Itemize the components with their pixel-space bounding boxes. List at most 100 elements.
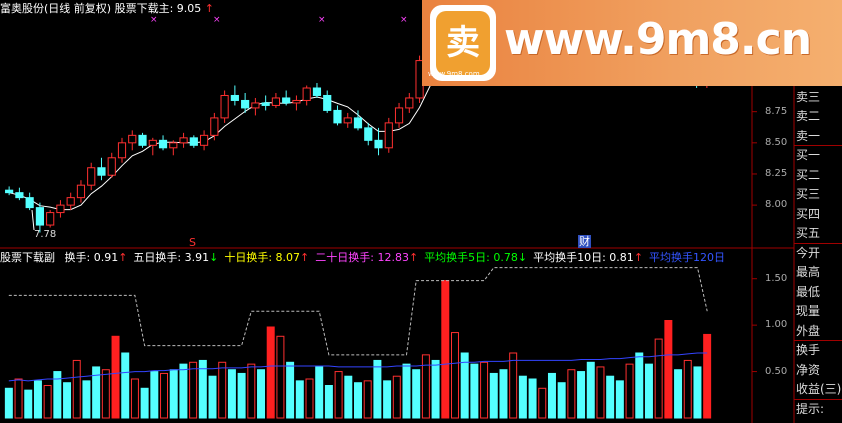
side-panel-label[interactable]: 净资	[796, 361, 820, 378]
candle-body	[261, 102, 270, 106]
candle-body	[76, 184, 86, 199]
candle-body	[87, 167, 96, 186]
turnover-bar	[247, 363, 256, 419]
candle-body	[282, 97, 291, 104]
turnover-bar	[431, 359, 440, 419]
side-panel-label[interactable]: 买二	[796, 166, 820, 183]
turnover-bar	[363, 380, 372, 419]
logo-glyph: 卖	[436, 11, 490, 75]
turnover-bar	[121, 352, 130, 419]
side-panel-label[interactable]: 卖二	[796, 107, 820, 124]
up-arrow-icon: ↑	[300, 251, 310, 264]
turnover-bar	[295, 380, 304, 419]
price-tick-label: 8.00	[765, 199, 788, 211]
down-arrow-icon: ↓	[517, 251, 528, 264]
side-panel-label[interactable]: 最高	[796, 263, 820, 280]
candle-body	[46, 212, 55, 226]
turnover-bar	[208, 375, 217, 419]
turnover-bar	[315, 366, 324, 419]
turnover-bar	[354, 382, 362, 419]
turnover-bar	[518, 375, 527, 419]
candle-body	[333, 109, 342, 124]
watermark-banner: 卖 www.9m8.cn www.9m8.com	[422, 0, 842, 86]
candle-body	[35, 207, 45, 226]
candle-body	[312, 87, 322, 96]
side-panel-label[interactable]: 买三	[796, 185, 820, 202]
s-marker[interactable]: S	[189, 236, 196, 249]
sub-indicator-item: 平均换手10日: 0.81	[533, 251, 634, 264]
side-panel-label[interactable]: 最低	[796, 283, 820, 300]
candle-body	[230, 94, 239, 101]
turnover-bar	[373, 359, 382, 419]
turnover-bar	[160, 372, 169, 419]
turnover-bar	[557, 382, 566, 419]
candle-body	[220, 94, 229, 119]
side-panel-label[interactable]: 换手	[796, 341, 820, 358]
turnover-bar	[586, 361, 595, 419]
turnover-bar	[150, 371, 159, 419]
candle-body	[128, 134, 137, 144]
side-panel-label[interactable]: 买四	[796, 205, 820, 222]
candle-body	[271, 97, 281, 106]
turnover-bar	[674, 369, 683, 419]
side-panel-label[interactable]: 卖三	[796, 88, 820, 105]
side-panel-label[interactable]: 收益(三)	[796, 380, 841, 397]
turnover-bar	[703, 333, 712, 419]
sub-indicator-item: 五日换手: 3.91	[133, 251, 210, 264]
turnover-bar	[683, 359, 692, 419]
sub-chart-header: 股票下载副 换手: 0.91↑ 五日换手: 3.91↓ 十日换手: 8.07↑ 二十日…	[0, 251, 725, 264]
candle-body	[364, 127, 373, 141]
signal-mark: ×	[150, 15, 158, 25]
turnover-bar	[101, 369, 110, 419]
turnover-bar	[24, 389, 33, 419]
sub-indicator-item: 平均换手5日: 0.78	[424, 251, 518, 264]
turnover-bar	[615, 380, 624, 419]
turnover-tick-label: 1.00	[765, 319, 788, 331]
candle-body	[251, 102, 260, 109]
turnover-bar	[14, 378, 23, 419]
side-panel-label[interactable]: 卖一	[796, 127, 820, 144]
candle-body	[189, 137, 198, 146]
main-chart-header: 富奥股份(日线 前复权) 股票下载主: 9.05 ↑	[0, 2, 214, 15]
low-price-label: 7.78	[34, 229, 57, 240]
candle-body	[384, 122, 393, 149]
main-indicator-value: : 9.05	[169, 2, 202, 15]
turnover-bar	[179, 363, 188, 419]
turnover-bar	[392, 375, 401, 419]
signal-mark: ×	[213, 15, 221, 25]
side-panel-divider	[794, 242, 842, 244]
sub-indicator-item: 二十日换手: 12.83	[315, 251, 409, 264]
candle-body	[241, 99, 250, 109]
side-panel-label[interactable]: 买五	[796, 224, 820, 241]
turnover-bar	[664, 320, 673, 419]
main-indicator-name: 股票下载主	[114, 2, 170, 15]
turnover-bar	[276, 335, 285, 419]
candle-body	[199, 134, 209, 146]
finance-marker[interactable]: 财	[578, 235, 591, 248]
turnover-bar	[654, 338, 663, 419]
side-panel-label[interactable]: 现量	[796, 302, 820, 319]
side-panel-label[interactable]: 外盘	[796, 322, 820, 339]
price-tick-label: 8.50	[765, 136, 788, 148]
turnover-bar	[218, 361, 227, 419]
turnover-bar	[140, 387, 149, 419]
turnover-bar	[635, 352, 644, 419]
candle-body	[210, 117, 219, 136]
turnover-bar	[596, 366, 605, 419]
turnover-bar	[72, 359, 81, 419]
candle-body	[353, 117, 363, 129]
candle-body	[117, 142, 127, 159]
side-panel-label[interactable]: 今开	[796, 244, 820, 261]
turnover-bar	[324, 385, 333, 419]
turnover-bar	[334, 371, 343, 419]
candle-body	[169, 142, 178, 149]
up-arrow-icon: ↑	[408, 251, 419, 264]
side-panel-label[interactable]: 买一	[796, 146, 820, 163]
candle-body	[66, 197, 75, 206]
side-panel-divider	[794, 398, 842, 400]
turnover-bar	[489, 372, 498, 419]
sub-indicator-item: 换手: 0.91	[64, 251, 119, 264]
side-panel-label[interactable]: 提示:	[796, 400, 824, 417]
candle-body	[302, 87, 311, 101]
turnover-bar	[421, 354, 430, 419]
